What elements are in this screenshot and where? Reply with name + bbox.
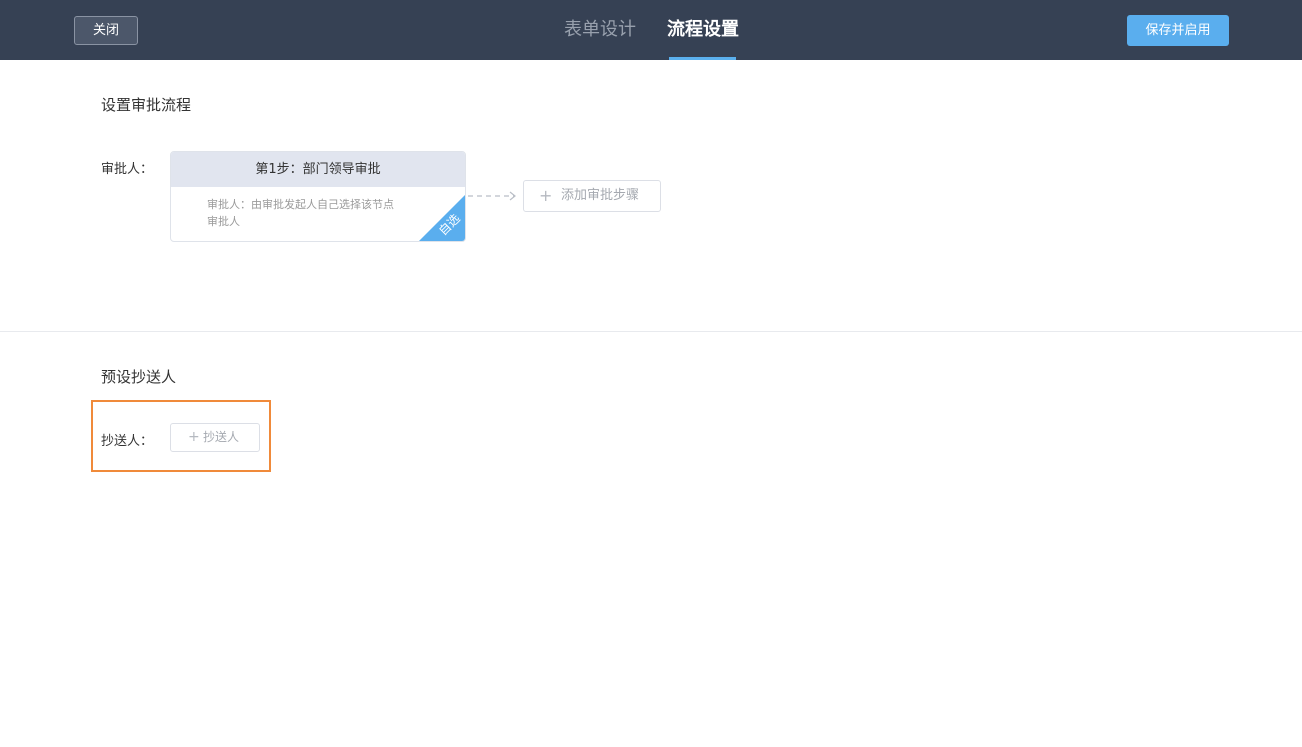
add-approval-step-button[interactable]: + 添加审批步骤 (523, 180, 661, 212)
step-title: 第1步：部门领导审批 (171, 152, 465, 187)
save-and-enable-button[interactable]: 保存并启用 (1127, 15, 1229, 46)
add-cc-label: 抄送人 (203, 424, 239, 451)
self-select-badge: 自选 (419, 195, 465, 241)
step-description: 审批人：由审批发起人自己选择该节点 审批人 (207, 196, 417, 230)
plus-icon: + (539, 181, 552, 211)
active-tab-indicator (669, 57, 736, 60)
step-description-line-1: 审批人：由审批发起人自己选择该节点 (207, 196, 417, 213)
tab-form-design[interactable]: 表单设计 (564, 0, 636, 60)
plus-icon: + (188, 424, 200, 451)
approver-label: 审批人： (101, 158, 153, 177)
add-step-label: 添加审批步骤 (561, 181, 639, 211)
step-description-line-2: 审批人 (207, 213, 417, 230)
cc-label: 抄送人： (101, 430, 153, 449)
section-divider (0, 331, 1302, 332)
approval-step-card[interactable]: 第1步：部门领导审批 审批人：由审批发起人自己选择该节点 审批人 自选 (170, 151, 466, 242)
add-cc-button[interactable]: + 抄送人 (170, 423, 260, 452)
tab-flow-settings[interactable]: 流程设置 (667, 0, 739, 60)
dashed-arrow-icon (468, 190, 520, 202)
top-bar: 关闭 表单设计 流程设置 保存并启用 (0, 0, 1302, 60)
approval-section-title: 设置审批流程 (101, 94, 191, 115)
cc-section-title: 预设抄送人 (101, 366, 176, 387)
close-button[interactable]: 关闭 (74, 16, 138, 45)
